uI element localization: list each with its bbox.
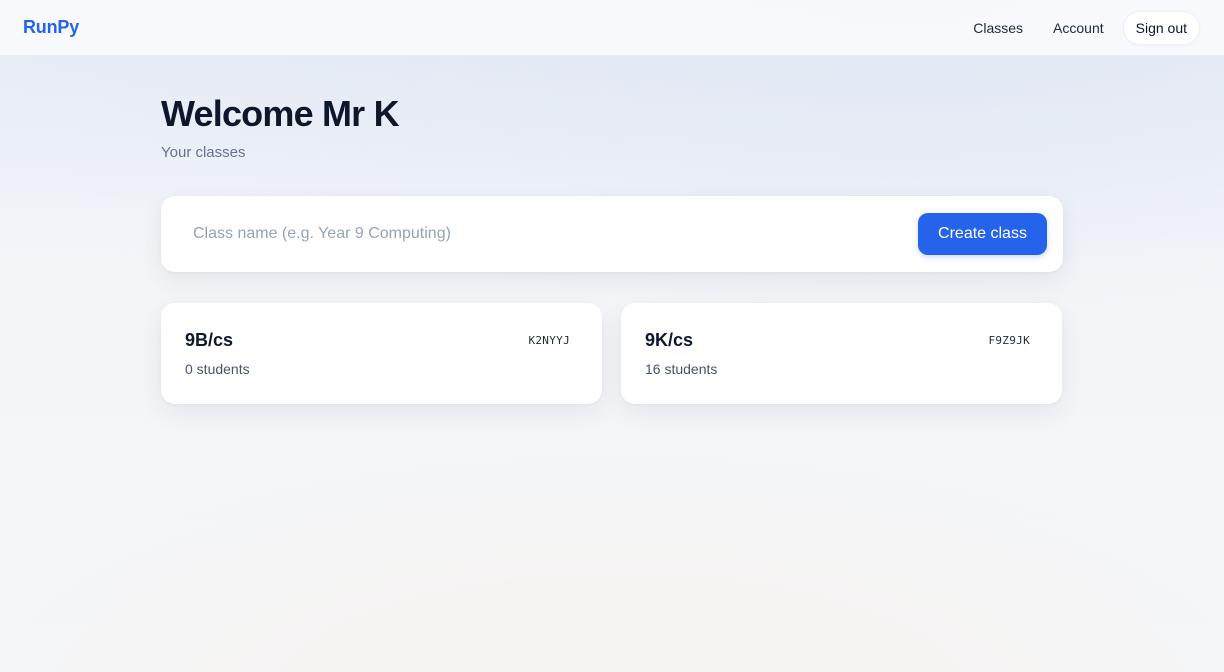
nav-account-link[interactable]: Account [1038, 12, 1119, 44]
class-card-header: 9B/cs K2NYYJ [185, 329, 570, 351]
main-content: Welcome Mr K Your classes Create class 9… [161, 94, 1063, 404]
class-join-code: F9Z9JK [988, 333, 1030, 347]
create-class-button[interactable]: Create class [918, 213, 1047, 255]
class-student-count: 16 students [645, 361, 718, 377]
class-card-header: 9K/cs F9Z9JK [645, 329, 1030, 351]
class-student-count: 0 students [185, 361, 250, 377]
nav-classes-link[interactable]: Classes [958, 12, 1038, 44]
class-name: 9K/cs [645, 330, 694, 350]
class-join-code: K2NYYJ [528, 333, 570, 347]
brand-logo[interactable]: RunPy [23, 17, 79, 38]
class-name: 9B/cs [185, 330, 234, 350]
main-nav: Classes Account Sign out [958, 10, 1200, 45]
class-card-9b[interactable]: 9B/cs K2NYYJ 0 students [161, 303, 602, 404]
page-subtitle: Your classes [161, 144, 246, 161]
class-list: 9B/cs K2NYYJ 0 students 9K/cs F9Z9JK 16 … [161, 303, 1063, 404]
create-class-form: Create class [161, 196, 1063, 272]
top-nav-bar: RunPy Classes Account Sign out [0, 0, 1224, 56]
sign-out-button[interactable]: Sign out [1122, 10, 1200, 45]
page-title: Welcome Mr K [161, 93, 400, 134]
class-card-9k[interactable]: 9K/cs F9Z9JK 16 students [621, 303, 1062, 404]
class-name-input[interactable] [177, 212, 918, 256]
